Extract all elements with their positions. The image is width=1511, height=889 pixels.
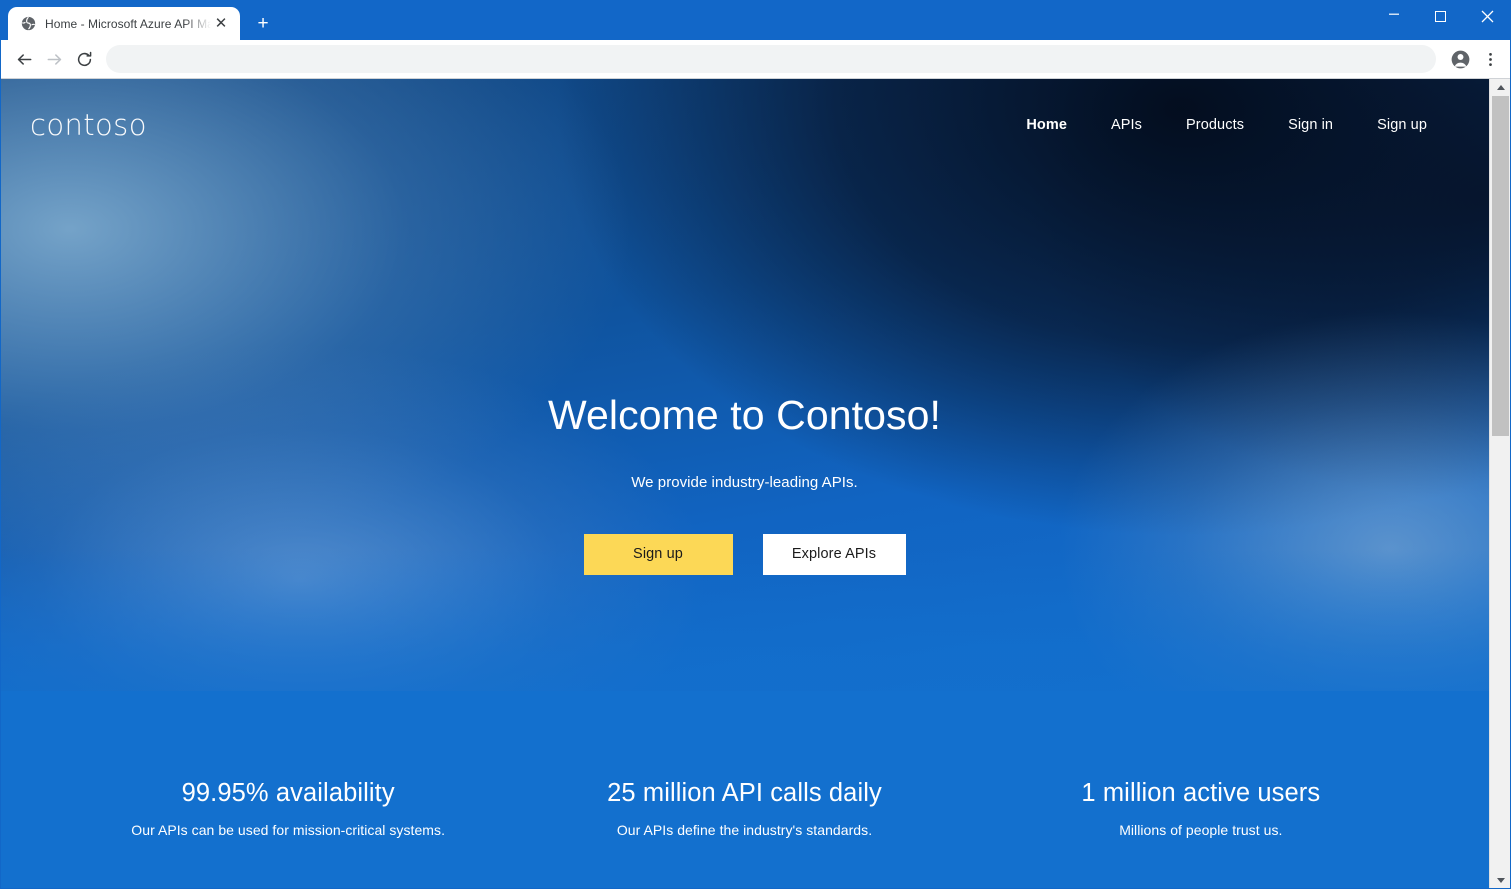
scroll-up-icon[interactable] xyxy=(1490,79,1511,96)
maximize-button[interactable] xyxy=(1417,0,1464,32)
browser-window: Home - Microsoft Azure API Man ✕ + conto… xyxy=(0,0,1511,889)
forward-arrow-icon xyxy=(40,45,68,73)
stat-value: 99.95% availability xyxy=(181,779,395,808)
stat-value: 1 million active users xyxy=(1081,779,1321,808)
nav-item-products[interactable]: Products xyxy=(1164,109,1266,141)
tab-title: Home - Microsoft Azure API Man xyxy=(45,16,211,31)
hero-section: Welcome to Contoso! We provide industry-… xyxy=(0,171,1489,576)
tab-close-icon[interactable]: ✕ xyxy=(211,14,231,34)
nav-item-apis[interactable]: APIs xyxy=(1089,109,1164,141)
stat-description: Our APIs define the industry's standards… xyxy=(616,821,873,838)
stat-item: 99.95% availability Our APIs can be used… xyxy=(60,778,516,838)
minimize-button[interactable] xyxy=(1370,0,1417,32)
contoso-logo[interactable]: contoso xyxy=(30,110,147,140)
address-bar[interactable] xyxy=(106,45,1436,73)
sign-up-button[interactable]: Sign up xyxy=(583,534,733,576)
window-controls xyxy=(1370,0,1511,40)
stats-section: 99.95% availability Our APIs can be used… xyxy=(0,778,1489,838)
nav-item-sign-up[interactable]: Sign up xyxy=(1355,109,1449,141)
hero-cta-group: Sign up Explore APIs xyxy=(0,534,1489,576)
browser-titlebar: Home - Microsoft Azure API Man ✕ + xyxy=(0,0,1511,40)
browser-toolbar xyxy=(0,40,1511,78)
page-scrollbar[interactable] xyxy=(1489,79,1511,889)
address-input[interactable] xyxy=(120,52,1422,66)
stat-value: 25 million API calls daily xyxy=(607,779,882,808)
hero-subtitle: We provide industry-leading APIs. xyxy=(631,474,858,492)
stat-item: 25 million API calls daily Our APIs defi… xyxy=(516,778,972,838)
tab-strip: Home - Microsoft Azure API Man ✕ + xyxy=(0,0,277,40)
stat-item: 1 million active users Millions of peopl… xyxy=(973,778,1429,838)
nav-item-sign-in[interactable]: Sign in xyxy=(1266,109,1355,141)
page-title: Welcome to Contoso! xyxy=(547,392,942,438)
globe-icon xyxy=(20,16,36,32)
three-dot-menu-icon[interactable] xyxy=(1476,45,1504,73)
profile-avatar-icon[interactable] xyxy=(1446,45,1474,73)
site-header: contoso Home APIs Products Sign in Sign … xyxy=(0,79,1489,171)
browser-tab[interactable]: Home - Microsoft Azure API Man ✕ xyxy=(8,7,240,40)
reload-icon[interactable] xyxy=(70,45,98,73)
stat-description: Our APIs can be used for mission-critica… xyxy=(131,821,446,838)
close-window-button[interactable] xyxy=(1464,0,1511,32)
explore-apis-button[interactable]: Explore APIs xyxy=(762,534,906,576)
back-arrow-icon[interactable] xyxy=(10,45,38,73)
browser-viewport: contoso Home APIs Products Sign in Sign … xyxy=(0,78,1511,889)
scrollbar-thumb[interactable] xyxy=(1492,96,1509,436)
stat-description: Millions of people trust us. xyxy=(1119,821,1283,838)
scroll-down-icon[interactable] xyxy=(1490,872,1511,889)
new-tab-button[interactable]: + xyxy=(249,9,277,37)
scrollbar-track[interactable] xyxy=(1490,96,1511,872)
main-navigation: Home APIs Products Sign in Sign up xyxy=(1004,109,1449,141)
web-page: contoso Home APIs Products Sign in Sign … xyxy=(0,79,1489,889)
nav-item-home[interactable]: Home xyxy=(1004,109,1089,141)
